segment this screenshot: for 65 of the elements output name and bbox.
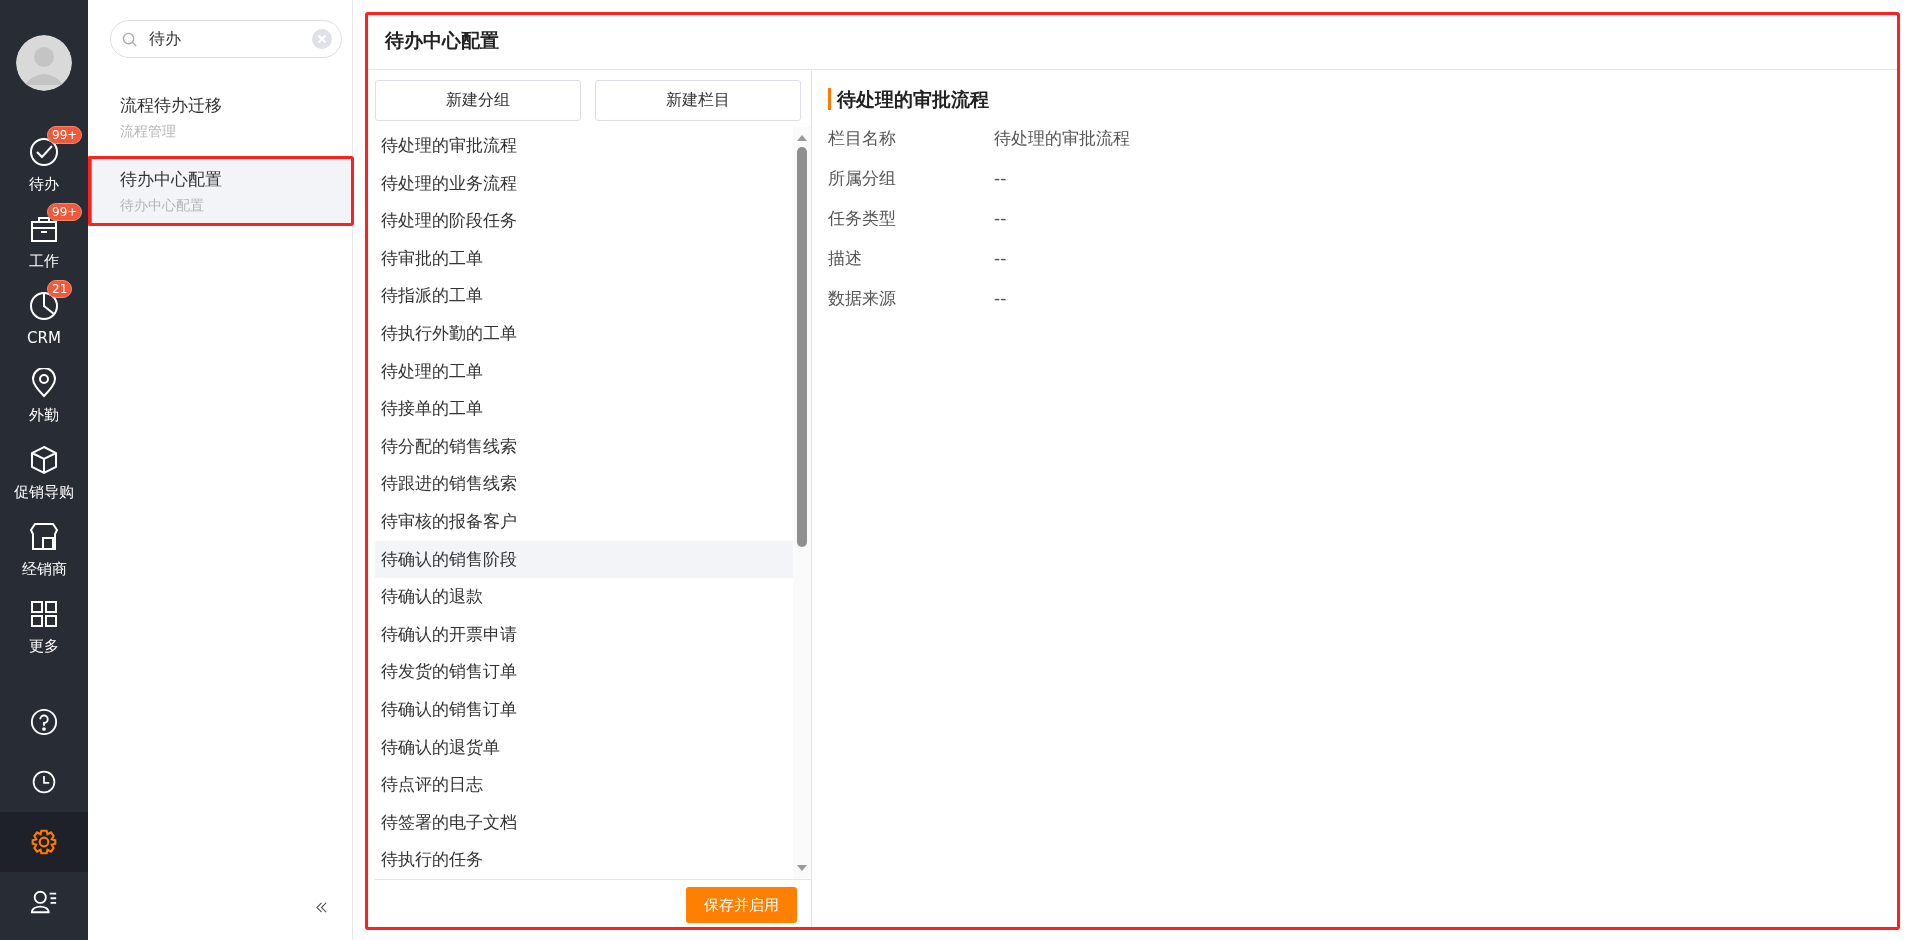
- count-badge: 21: [47, 280, 73, 298]
- nav-item[interactable]: 更多: [0, 586, 88, 656]
- user-list-icon: [30, 888, 58, 916]
- field-value: --: [994, 288, 1007, 308]
- search-field[interactable]: 待办: [110, 20, 342, 58]
- list-item[interactable]: 待处理的审批流程: [375, 127, 793, 165]
- list-item[interactable]: 待发货的销售订单: [375, 653, 793, 691]
- briefcase-icon: [29, 214, 59, 244]
- nav-item[interactable]: 外勤: [0, 355, 88, 425]
- clock-icon: [31, 769, 57, 795]
- list-item[interactable]: 待确认的销售阶段: [375, 540, 793, 579]
- field-label: 数据来源: [828, 286, 897, 310]
- nav-item[interactable]: 99+ 待办: [0, 124, 88, 194]
- count-badge: 99+: [47, 126, 83, 144]
- menu-item[interactable]: 流程待办迁移 流程管理: [88, 82, 352, 152]
- location-pin-icon: [29, 368, 59, 398]
- count-badge: 99+: [47, 203, 83, 221]
- list-item[interactable]: 待执行的任务: [375, 841, 793, 879]
- list-item[interactable]: 待处理的阶段任务: [375, 202, 793, 240]
- list-item[interactable]: 待指派的工单: [375, 277, 793, 315]
- list-item[interactable]: 待确认的退货单: [375, 728, 793, 767]
- scrollbar[interactable]: [793, 127, 811, 879]
- list-item[interactable]: 待接单的工单: [375, 390, 793, 428]
- field-label: 所属分组: [828, 166, 897, 190]
- list-item[interactable]: 待签署的电子文档: [375, 803, 793, 842]
- list-item[interactable]: 待跟进的销售线索: [375, 465, 793, 503]
- list-item[interactable]: 待处理的工单: [375, 352, 793, 391]
- nav-item[interactable]: 21 CRM: [0, 278, 88, 348]
- nav-item[interactable]: 99+ 工作: [0, 201, 88, 271]
- pie-chart-icon: [29, 291, 59, 321]
- list-item[interactable]: 待点评的日志: [375, 766, 793, 804]
- field-value: --: [994, 248, 1007, 268]
- cube-icon: [29, 445, 59, 475]
- new-column-button[interactable]: 新建栏目: [595, 80, 801, 121]
- page-title: 待办中心配置: [385, 27, 499, 53]
- section-heading: 待处理的审批流程: [828, 88, 989, 110]
- list-item[interactable]: 待执行外勤的工单: [375, 314, 793, 353]
- field-label: 描述: [828, 246, 863, 270]
- avatar-icon[interactable]: [16, 35, 72, 91]
- menu-item[interactable]: 待办中心配置 待办中心配置: [88, 156, 352, 226]
- field-value: --: [994, 208, 1007, 228]
- nav-item[interactable]: 经销商: [0, 509, 88, 579]
- settings-button[interactable]: [0, 812, 88, 872]
- field-label: 栏目名称: [828, 126, 897, 150]
- settings-icon: [31, 829, 57, 855]
- field-label: 任务类型: [828, 206, 897, 230]
- grid-icon: [29, 599, 59, 629]
- nav-item[interactable]: 促销导购: [0, 432, 88, 502]
- list-item[interactable]: 待审批的工单: [375, 239, 793, 278]
- search-icon: [122, 32, 137, 47]
- list-item[interactable]: 待分配的销售线索: [375, 427, 793, 466]
- field-value: 待处理的审批流程: [994, 126, 1130, 150]
- collapse-icon[interactable]: [315, 901, 328, 914]
- list-item[interactable]: 待处理的业务流程: [375, 164, 793, 203]
- scroll-down-icon[interactable]: [797, 865, 807, 871]
- list-item[interactable]: 待确认的开票申请: [375, 615, 793, 654]
- scroll-up-icon[interactable]: [797, 135, 807, 141]
- list-item[interactable]: 待确认的退款: [375, 578, 793, 616]
- new-group-button[interactable]: 新建分组: [375, 80, 581, 121]
- list-item[interactable]: 待审核的报备客户: [375, 502, 793, 541]
- help-icon: [30, 708, 58, 736]
- list-item[interactable]: 待确认的销售订单: [375, 690, 793, 729]
- field-value: --: [994, 168, 1007, 188]
- store-icon: [29, 522, 59, 552]
- check-circle-icon: [29, 137, 59, 167]
